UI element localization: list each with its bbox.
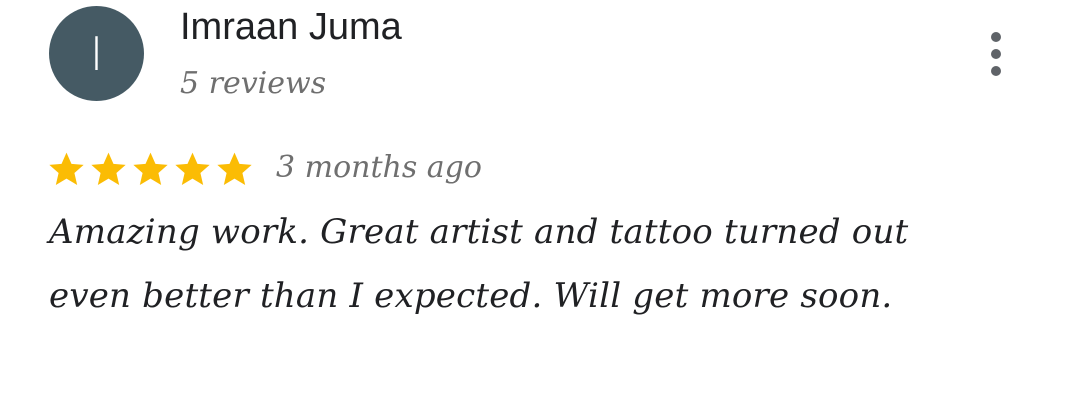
avatar[interactable]: I — [49, 6, 144, 101]
star-icon — [133, 152, 168, 185]
review-date: 3 months ago — [276, 149, 482, 185]
review-text: Amazing work. Great artist and tattoo tu… — [49, 212, 909, 316]
more-vert-icon — [991, 32, 1001, 42]
more-vert-icon-dot — [991, 49, 1001, 59]
reviewer-name[interactable]: Imraan Juma — [180, 6, 402, 49]
review-count[interactable]: 5 reviews — [180, 66, 326, 101]
more-options-button[interactable] — [975, 26, 1017, 82]
more-vert-icon-dot — [991, 66, 1001, 76]
rating-row: 3 months ago — [47, 144, 482, 194]
star-icon — [175, 152, 210, 185]
star-icon — [91, 152, 126, 185]
review-card: I Imraan Juma 5 reviews 3 months ago Ama… — [0, 0, 1080, 411]
star-icon — [49, 152, 84, 185]
star-icon — [217, 152, 252, 185]
star-rating — [47, 150, 254, 189]
